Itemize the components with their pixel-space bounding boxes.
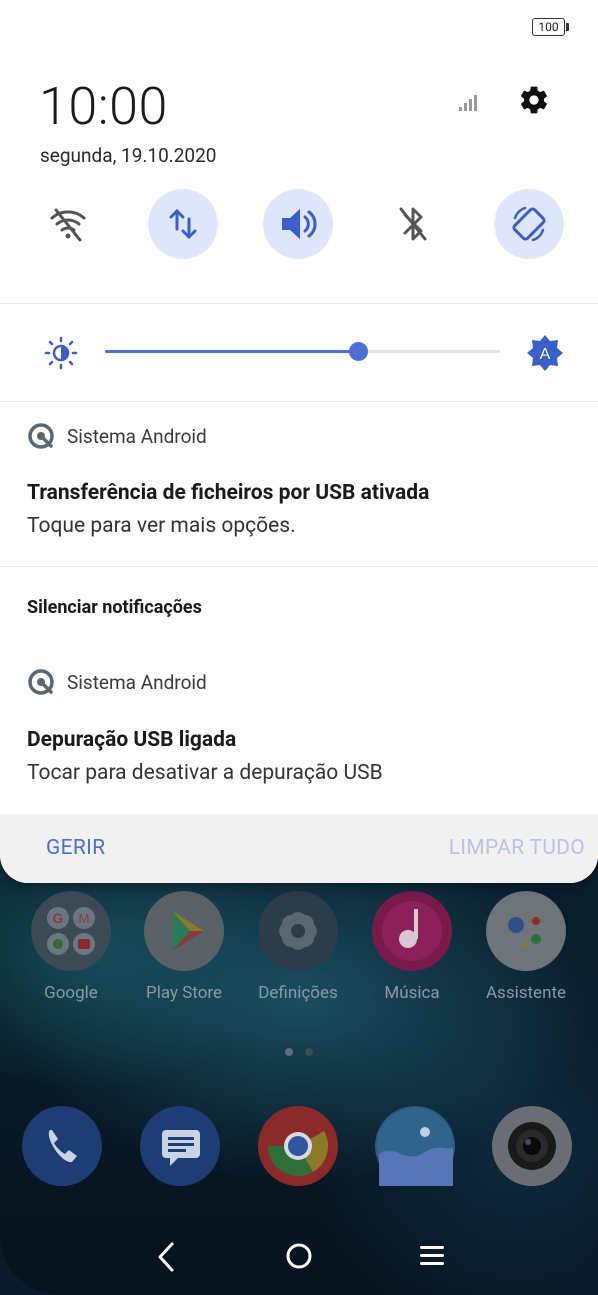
page-indicator-dot [305,1048,313,1056]
signal-icon [459,95,477,111]
home-icon[interactable] [284,1241,314,1271]
settings-gear-icon[interactable] [518,84,550,116]
phone-icon [22,1106,102,1186]
camera-icon [492,1106,572,1186]
app-music[interactable]: Música [362,891,462,1003]
brightness-slider-track[interactable] [105,342,500,361]
wifi-off-icon [50,208,86,242]
notification-app-header[interactable]: Sistema Android [27,422,207,450]
android-system-icon [28,669,54,695]
brightness-slider-fill [105,350,358,353]
dock-messages[interactable] [140,1106,220,1186]
clear-all-button[interactable]: LIMPAR TUDO [449,836,585,860]
back-icon[interactable] [154,1241,178,1273]
svg-text:G: G [53,910,64,926]
dock-phone[interactable] [22,1106,102,1186]
rotate-icon [512,206,546,242]
notification-app-name: Sistema Android [67,424,207,448]
date-text: segunda, 19.10.2020 [40,144,217,167]
bluetooth-off-icon [399,207,427,241]
qs-tile-wifi[interactable] [33,189,103,259]
notification-footer: GERIR LIMPAR TUDO [0,814,598,883]
qs-tile-sound[interactable] [263,189,333,259]
notification-shade: 100 10:00 segunda, 19.10.2020 A Sistema … [0,0,598,883]
notification-text[interactable]: Toque para ver mais opções. [27,514,296,538]
data-transfer-icon [169,209,197,239]
chrome-icon [258,1106,338,1186]
notification-title[interactable]: Depuração USB ligada [27,728,236,752]
dock-camera[interactable] [492,1106,572,1186]
svg-text:A: A [540,346,551,363]
notification-text[interactable]: Tocar para desativar a depuração USB [27,761,383,785]
gallery-icon [375,1106,455,1186]
app-google[interactable]: G M Google [21,891,121,1003]
clock-time: 10:00 [39,76,168,137]
qs-tile-mobile-data[interactable] [148,189,218,259]
app-label: Play Store [145,983,223,1003]
app-settings[interactable]: Definições [248,891,348,1003]
dock-chrome[interactable] [258,1106,338,1186]
battery-level: 100 [538,20,559,34]
battery-tip [566,23,569,31]
divider [0,566,598,567]
app-label: Definições [258,983,338,1003]
svg-text:M: M [79,911,90,926]
messages-icon [140,1106,220,1186]
notification-app-header[interactable]: Sistema Android [27,668,207,696]
recents-menu-icon[interactable] [418,1244,446,1268]
app-assistant[interactable]: Assistente [476,891,576,1003]
auto-brightness-icon[interactable]: A [526,334,564,372]
settings-app-icon [258,891,338,971]
music-icon [372,891,452,971]
app-label: Música [384,983,440,1003]
divider [0,401,598,402]
volume-icon [282,209,317,239]
navigation-bar [0,1215,598,1295]
app-label: Google [44,983,98,1003]
assistant-icon [486,891,566,971]
qs-tile-bluetooth[interactable] [378,189,448,259]
page-indicator-dot [285,1048,293,1056]
divider [0,303,598,304]
dock-gallery[interactable] [375,1106,455,1186]
manage-button[interactable]: GERIR [46,836,105,860]
silent-notifications-header: Silenciar notificações [27,597,202,618]
notification-app-name: Sistema Android [67,670,207,694]
brightness-slider-thumb[interactable] [349,342,368,361]
battery-icon: 100 [532,18,565,36]
android-system-icon [28,423,54,449]
google-folder-icon: G M [31,891,111,971]
notification-title[interactable]: Transferência de ficheiros por USB ativa… [27,481,429,505]
app-label: Assistente [485,983,567,1003]
play-store-icon [144,891,224,971]
qs-tile-auto-rotate[interactable] [494,189,564,259]
app-play-store[interactable]: Play Store [134,891,234,1003]
brightness-low-icon [44,336,78,370]
